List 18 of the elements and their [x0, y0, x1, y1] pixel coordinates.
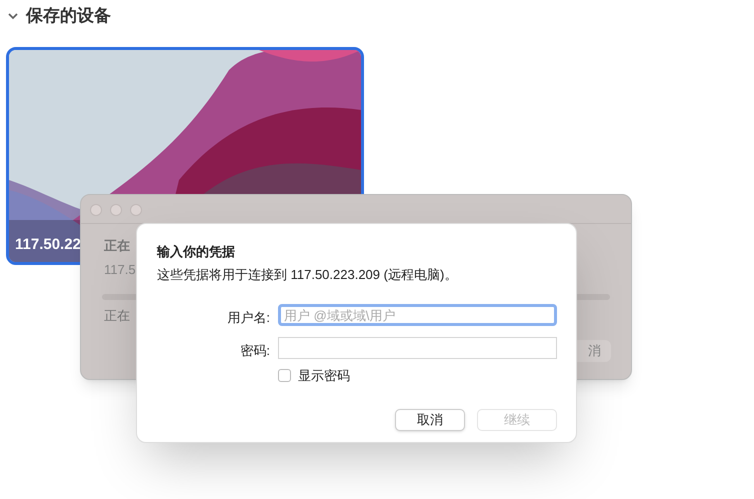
- dialog-title: 输入你的凭据: [157, 243, 235, 261]
- close-control[interactable]: [90, 204, 102, 216]
- password-field[interactable]: [278, 337, 557, 359]
- zoom-control[interactable]: [130, 204, 142, 216]
- field-label: 密码:: [240, 342, 270, 360]
- checkbox[interactable]: [278, 369, 291, 382]
- cancel-button[interactable]: 取消: [395, 409, 465, 431]
- section-title: 保存的设备: [26, 5, 111, 27]
- minimize-control[interactable]: [110, 204, 122, 216]
- show-password-checkbox[interactable]: 显示密码: [278, 366, 350, 386]
- field-label: 用户名:: [227, 309, 270, 327]
- checkbox-label: 显示密码: [298, 367, 350, 385]
- status-text: 正在: [104, 237, 130, 255]
- chevron-icon[interactable]: [8, 12, 18, 20]
- dialog-message: 这些凭据将用于连接到 117.50.223.209 (远程电脑)。: [157, 266, 458, 284]
- device-label: 117.50.22: [15, 234, 81, 254]
- username-field[interactable]: 用户 @域或域\用户: [278, 304, 557, 326]
- step-text: 正在: [104, 307, 130, 325]
